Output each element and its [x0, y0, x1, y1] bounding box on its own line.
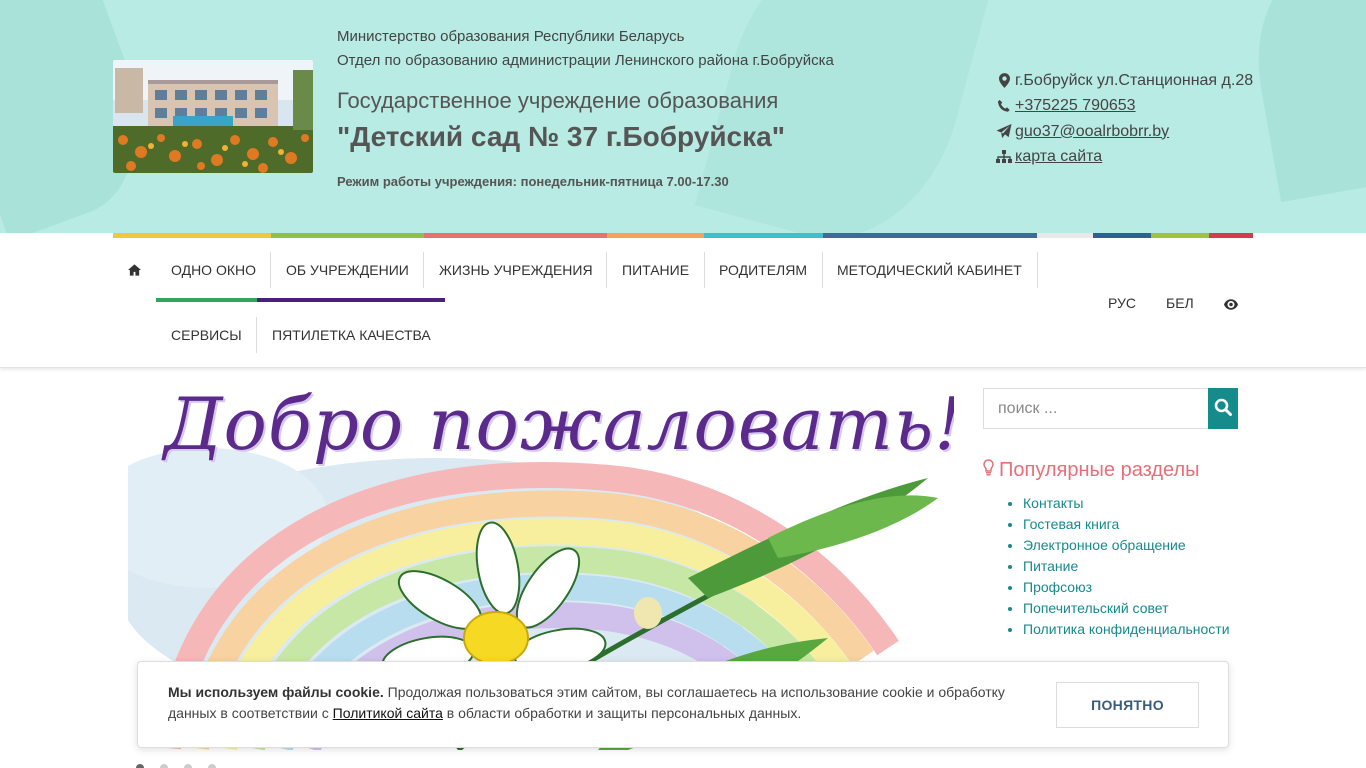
search-icon: [1214, 398, 1232, 419]
lang-be[interactable]: БЕЛ: [1166, 271, 1194, 335]
kindergarten-photo: [113, 60, 313, 173]
cookie-accept-button[interactable]: ПОНЯТНО: [1056, 682, 1199, 728]
address-row: г.Бобруйск ул.Станционная д.28: [994, 68, 1264, 94]
search-form: [983, 388, 1238, 429]
popular-title-text: Популярные разделы: [999, 459, 1200, 481]
nav-item-about[interactable]: ОБ УЧРЕЖДЕНИИ: [286, 238, 409, 302]
main-navigation: ОДНО ОКНО ОБ УЧРЕЖДЕНИИ ЖИЗНЬ УЧРЕЖДЕНИЯ…: [0, 238, 1366, 368]
popular-link-nutrition[interactable]: Питание: [1023, 558, 1078, 574]
lang-ru[interactable]: РУС: [1108, 271, 1136, 335]
list-item: Политика конфиденциальности: [1023, 619, 1230, 640]
cookie-text-after: в области обработки и защиты персональны…: [442, 705, 802, 721]
contacts-block: г.Бобруйск ул.Станционная д.28 +375225 7…: [994, 68, 1264, 170]
popular-link-e-appeal[interactable]: Электронное обращение: [1023, 537, 1186, 553]
nav-item-life[interactable]: ЖИЗНЬ УЧРЕЖДЕНИЯ: [439, 238, 593, 302]
popular-link-union[interactable]: Профсоюз: [1023, 579, 1092, 595]
nav-separator: [423, 252, 424, 288]
nav-separator: [704, 252, 705, 288]
list-item: Профсоюз: [1023, 577, 1230, 598]
phone-link[interactable]: +375225 790653: [1015, 97, 1136, 115]
search-button[interactable]: [1208, 388, 1238, 429]
nav-separator: [1037, 252, 1038, 288]
popular-link-contacts[interactable]: Контакты: [1023, 495, 1083, 511]
slider-dot[interactable]: [160, 764, 168, 768]
list-item: Электронное обращение: [1023, 535, 1230, 556]
nav-separator: [606, 252, 607, 288]
nav-separator: [270, 252, 271, 288]
list-item: Контакты: [1023, 493, 1230, 514]
sitemap-link[interactable]: карта сайта: [1015, 148, 1102, 166]
nav-item-services[interactable]: СЕРВИСЫ: [171, 303, 242, 367]
site-header: Министерство образования Республики Бела…: [0, 0, 1366, 233]
nav-separator: [256, 317, 257, 353]
popular-link-privacy[interactable]: Политика конфиденциальности: [1023, 621, 1230, 637]
institution-name: "Детский сад № 37 г.Бобруйска": [337, 121, 785, 152]
popular-sections-title: Популярные разделы: [983, 459, 1200, 482]
sitemap-icon: [994, 150, 1014, 164]
nav-item-nutrition[interactable]: ПИТАНИЕ: [622, 238, 689, 302]
cookie-policy-link[interactable]: Политикой сайта: [333, 705, 443, 721]
nav-item-single-window[interactable]: ОДНО ОКНО: [171, 238, 256, 302]
slider-dot[interactable]: [136, 764, 144, 768]
decorative-leaf: [695, 0, 995, 233]
cookie-banner: Мы используем файлы cookie. Продолжая по…: [137, 661, 1229, 748]
sitemap-row: карта сайта: [994, 145, 1264, 171]
list-item: Питание: [1023, 556, 1230, 577]
map-marker-icon: [994, 73, 1014, 89]
popular-sections-list: Контакты Гостевая книга Электронное обра…: [1023, 493, 1230, 640]
nav-hover-underline: [257, 298, 445, 302]
list-item: Гостевая книга: [1023, 514, 1230, 535]
institution-type: Государственное учреждение образования: [337, 88, 779, 113]
popular-link-guestbook[interactable]: Гостевая книга: [1023, 516, 1119, 532]
slider-dots: [136, 764, 216, 768]
welcome-text: Добро пожаловать!: [164, 388, 954, 466]
cookie-text: Мы используем файлы cookie. Продолжая по…: [168, 682, 1028, 724]
eye-icon[interactable]: [1224, 297, 1238, 315]
cookie-bold: Мы используем файлы cookie.: [168, 684, 384, 700]
nav-separator: [822, 252, 823, 288]
slider-dot[interactable]: [208, 764, 216, 768]
email-link[interactable]: guo37@ooalrbobrr.by: [1015, 123, 1169, 141]
email-row: guo37@ooalrbobrr.by: [994, 119, 1264, 145]
lightbulb-icon: [983, 459, 994, 482]
search-input[interactable]: [983, 388, 1208, 429]
paper-plane-icon: [994, 124, 1014, 139]
popular-link-board[interactable]: Попечительский совет: [1023, 600, 1169, 616]
list-item: Попечительский совет: [1023, 598, 1230, 619]
nav-item-quality[interactable]: ПЯТИЛЕТКА КАЧЕСТВА: [272, 303, 431, 367]
nav-active-underline: [156, 298, 257, 302]
ministry-text: Министерство образования Республики Бела…: [337, 28, 685, 45]
home-icon[interactable]: [128, 263, 141, 281]
work-hours: Режим работы учреждения: понедельник-пят…: [337, 174, 729, 189]
slider-dot[interactable]: [184, 764, 192, 768]
phone-icon: [994, 99, 1014, 113]
nav-item-parents[interactable]: РОДИТЕЛЯМ: [719, 238, 807, 302]
department-text: Отдел по образованию администрации Ленин…: [337, 52, 834, 69]
nav-item-methodical[interactable]: МЕТОДИЧЕСКИЙ КАБИНЕТ: [837, 238, 1022, 302]
phone-row: +375225 790653: [994, 94, 1264, 120]
address-text: г.Бобруйск ул.Станционная д.28: [1015, 71, 1254, 89]
